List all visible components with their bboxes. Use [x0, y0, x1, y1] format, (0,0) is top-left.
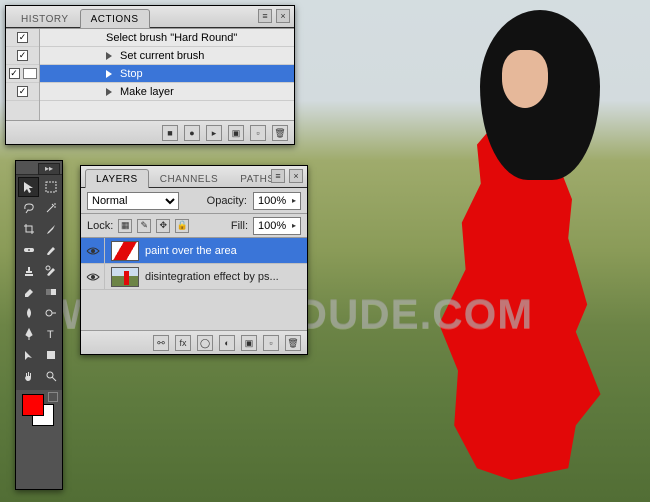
delete-layer-button[interactable]: 🗑 — [285, 335, 301, 351]
marquee-tool[interactable] — [40, 177, 61, 197]
wand-tool[interactable] — [40, 198, 61, 218]
layer-mask-button[interactable]: ◯ — [197, 335, 213, 351]
panel-close-button[interactable]: × — [289, 169, 303, 183]
action-check-1[interactable]: ✓ — [17, 50, 28, 61]
panel-menu-button[interactable]: ≡ — [271, 169, 285, 183]
foreground-color-swatch[interactable] — [22, 394, 44, 416]
visibility-toggle[interactable] — [81, 238, 105, 264]
action-modal-2[interactable] — [23, 68, 37, 79]
action-check-3[interactable]: ✓ — [17, 86, 28, 97]
action-item[interactable]: Stop — [40, 65, 294, 83]
action-label: Make layer — [120, 86, 174, 98]
tools-panel: ▸▸ T — [15, 160, 63, 490]
layer-thumbnail[interactable] — [111, 241, 139, 261]
svg-text:T: T — [47, 329, 54, 341]
crop-tool[interactable] — [18, 219, 39, 239]
actions-tabbar: HISTORY ACTIONS ≡ × — [6, 6, 294, 28]
zoom-tool[interactable] — [40, 366, 61, 386]
play-button[interactable]: ▸ — [206, 125, 222, 141]
layer-row[interactable]: disintegration effect by ps... — [81, 264, 307, 290]
action-label: Set current brush — [120, 50, 204, 62]
layer-thumbnail[interactable] — [111, 267, 139, 287]
panel-menu-button[interactable]: ≡ — [258, 9, 272, 23]
lock-position-icon[interactable]: ✥ — [156, 219, 170, 233]
action-item[interactable]: Make layer — [40, 83, 294, 101]
adjustment-layer-button[interactable]: ◐ — [219, 335, 235, 351]
visibility-toggle[interactable] — [81, 264, 105, 290]
expand-icon — [106, 52, 112, 60]
pen-tool[interactable] — [18, 324, 39, 344]
layer-name: disintegration effect by ps... — [145, 271, 307, 283]
healing-tool[interactable] — [18, 240, 39, 260]
fill-label: Fill: — [231, 220, 248, 232]
tab-history[interactable]: HISTORY — [10, 9, 80, 28]
new-set-button[interactable]: ▣ — [228, 125, 244, 141]
action-item[interactable]: Set current brush — [40, 47, 294, 65]
lock-label: Lock: — [87, 220, 113, 232]
tab-layers[interactable]: LAYERS — [85, 169, 149, 188]
layers-panel: ◂◂ LAYERS CHANNELS PATHS ≡ × Normal Opac… — [80, 165, 308, 355]
panel-close-button[interactable]: × — [276, 9, 290, 23]
history-brush-tool[interactable] — [40, 261, 61, 281]
opacity-label: Opacity: — [207, 195, 247, 207]
expand-icon — [106, 88, 112, 96]
layers-tabbar: LAYERS CHANNELS PATHS ≡ × — [81, 166, 307, 188]
shape-tool[interactable] — [40, 345, 61, 365]
actions-panel: ◂◂ HISTORY ACTIONS ≡ × ✓ ✓ ✓ ✓ Select br… — [5, 5, 295, 145]
actions-list: ✓ ✓ ✓ ✓ Select brush "Hard Round" Set cu… — [6, 28, 294, 122]
tools-collapse-button[interactable]: ▸▸ — [38, 163, 60, 175]
lock-transparency-icon[interactable]: ▦ — [118, 219, 132, 233]
tab-actions[interactable]: ACTIONS — [80, 9, 150, 28]
new-action-button[interactable]: ▫ — [250, 125, 266, 141]
trash-button[interactable]: 🗑 — [272, 125, 288, 141]
blend-mode-select[interactable]: Normal — [87, 192, 179, 210]
move-tool[interactable] — [18, 177, 39, 197]
layer-list: paint over the area disintegration effec… — [81, 238, 307, 290]
eyedropper-tool[interactable] — [40, 219, 61, 239]
action-label: Select brush "Hard Round" — [106, 32, 237, 44]
lasso-tool[interactable] — [18, 198, 39, 218]
layer-row[interactable]: paint over the area — [81, 238, 307, 264]
actions-footer: ■ ● ▸ ▣ ▫ 🗑 — [6, 120, 294, 144]
action-label: Stop — [120, 68, 143, 80]
path-select-tool[interactable] — [18, 345, 39, 365]
gradient-tool[interactable] — [40, 282, 61, 302]
action-check-2[interactable]: ✓ — [9, 68, 20, 79]
eye-icon — [86, 246, 100, 256]
swap-colors-icon[interactable] — [48, 392, 58, 402]
action-item[interactable]: Select brush "Hard Round" — [40, 29, 294, 47]
link-layers-button[interactable]: ⚯ — [153, 335, 169, 351]
type-tool[interactable]: T — [40, 324, 61, 344]
stop-button[interactable]: ■ — [162, 125, 178, 141]
blur-tool[interactable] — [18, 303, 39, 323]
opacity-input[interactable]: 100%▸ — [253, 192, 301, 210]
hand-tool[interactable] — [18, 366, 39, 386]
expand-icon — [106, 70, 112, 78]
tab-channels[interactable]: CHANNELS — [149, 169, 229, 188]
color-swatches — [16, 390, 62, 436]
dodge-tool[interactable] — [40, 303, 61, 323]
photo-subject — [420, 10, 610, 480]
stamp-tool[interactable] — [18, 261, 39, 281]
action-check-0[interactable]: ✓ — [17, 32, 28, 43]
eye-icon — [86, 272, 100, 282]
layer-group-button[interactable]: ▣ — [241, 335, 257, 351]
layer-style-button[interactable]: fx — [175, 335, 191, 351]
new-layer-button[interactable]: ▫ — [263, 335, 279, 351]
lock-pixels-icon[interactable]: ✎ — [137, 219, 151, 233]
layer-name: paint over the area — [145, 245, 307, 257]
record-button[interactable]: ● — [184, 125, 200, 141]
eraser-tool[interactable] — [18, 282, 39, 302]
lock-all-icon[interactable]: 🔒 — [175, 219, 189, 233]
brush-tool[interactable] — [40, 240, 61, 260]
fill-input[interactable]: 100%▸ — [253, 217, 301, 235]
layers-footer: ⚯ fx ◯ ◐ ▣ ▫ 🗑 — [81, 330, 307, 354]
